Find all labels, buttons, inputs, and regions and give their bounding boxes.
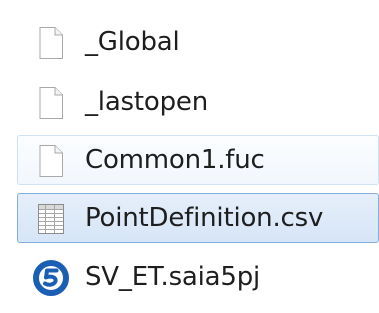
saia-project-icon bbox=[33, 260, 69, 296]
file-name: _Global bbox=[85, 27, 180, 57]
file-name: Common1.fuc bbox=[85, 145, 265, 175]
file-name: PointDefinition.csv bbox=[85, 203, 324, 233]
file-item-global[interactable]: _Global bbox=[17, 17, 379, 67]
file-name: _lastopen bbox=[85, 87, 208, 117]
spreadsheet-file-icon bbox=[33, 201, 69, 237]
file-list: _Global _lastopen Common1.fuc PointDefin… bbox=[0, 0, 379, 313]
blank-file-icon bbox=[33, 143, 69, 179]
file-item-common1[interactable]: Common1.fuc bbox=[17, 135, 379, 185]
file-item-sv-et[interactable]: SV_ET.saia5pj bbox=[17, 252, 379, 302]
blank-file-icon bbox=[33, 85, 69, 121]
file-item-pointdefinition[interactable]: PointDefinition.csv bbox=[17, 193, 379, 243]
file-item-lastopen[interactable]: _lastopen bbox=[17, 77, 379, 127]
blank-file-icon bbox=[33, 25, 69, 61]
file-name: SV_ET.saia5pj bbox=[85, 262, 261, 292]
